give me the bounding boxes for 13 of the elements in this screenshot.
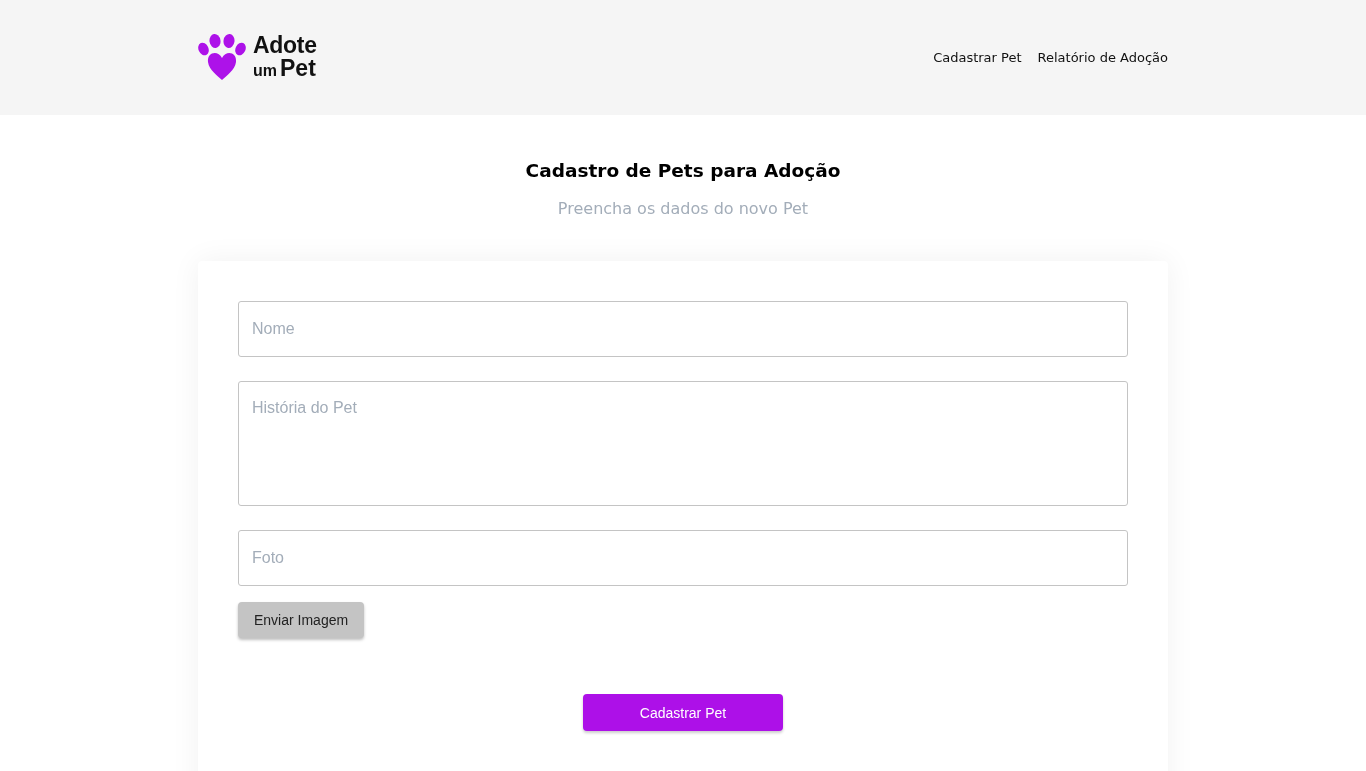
- paw-icon: [198, 34, 246, 80]
- nav-link[interactable]: Relatório de Adoção: [1037, 50, 1168, 65]
- page-title: Cadastro de Pets para Adoção: [524, 160, 842, 182]
- page-subtitle: Preencha os dados do novo Pet: [556, 199, 810, 219]
- input-field[interactable]: Foto: [238, 530, 1128, 586]
- logo-text: Adote: [253, 34, 317, 57]
- logo-text: Pet: [280, 57, 316, 80]
- nav-link[interactable]: Cadastrar Pet: [933, 50, 1022, 65]
- input-field[interactable]: Nome: [238, 301, 1128, 357]
- upload-image-button[interactable]: Enviar Imagem: [238, 602, 365, 638]
- submit-button[interactable]: Cadastrar Pet: [583, 694, 783, 731]
- logo-text: um: [253, 63, 277, 79]
- text-area[interactable]: História do Pet: [238, 381, 1128, 506]
